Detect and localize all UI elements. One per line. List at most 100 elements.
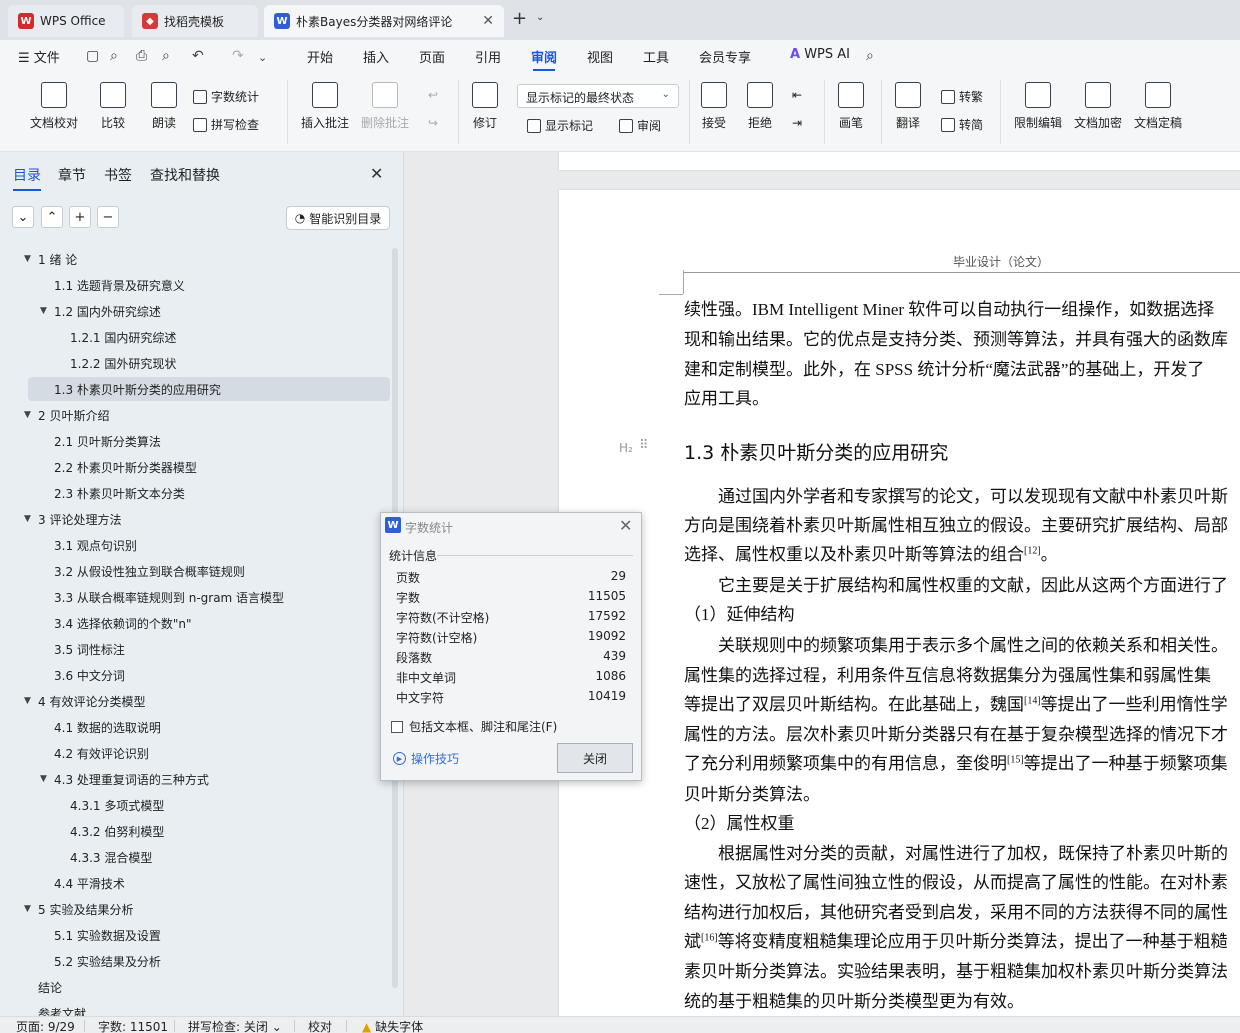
expand-arrow-icon[interactable]: ▼ <box>24 514 38 524</box>
dialog-titlebar[interactable]: W 字数统计 ✕ <box>381 513 641 539</box>
toc-item[interactable]: 5.2 实验结果及分析 <box>40 949 161 973</box>
add-heading-button[interactable]: + <box>69 206 91 228</box>
expand-arrow-icon[interactable]: ▼ <box>24 410 38 420</box>
menu-insert[interactable]: 插入 <box>363 47 389 66</box>
toc-item[interactable]: 1.3 朴素贝叶斯分类的应用研究 <box>28 377 390 401</box>
chevron-down-icon[interactable]: ⌄ <box>536 12 544 23</box>
collapse-up-button[interactable]: ⌃ <box>41 206 63 228</box>
next-comment-icon[interactable]: ↪ <box>428 116 438 130</box>
menu-view[interactable]: 视图 <box>587 47 613 66</box>
reject-button[interactable]: 拒绝 <box>747 82 773 131</box>
expand-arrow-icon[interactable]: ▼ <box>24 254 38 264</box>
tab-sections[interactable]: 章节 <box>58 165 86 185</box>
quick-access-dropdown-icon[interactable]: ⌄ <box>258 51 267 64</box>
remove-heading-button[interactable]: − <box>97 206 119 228</box>
toc-item[interactable]: 结论 <box>24 975 62 999</box>
tab-template[interactable]: ◆ 找稻壳模板 <box>132 5 258 37</box>
page-indicator[interactable]: 页面: 9/29 <box>16 1018 75 1033</box>
missing-font-indicator[interactable]: ▲ 缺失字体 <box>362 1018 423 1033</box>
tab-toc[interactable]: 目录 <box>13 165 41 191</box>
prev-comment-icon[interactable]: ↩ <box>428 88 438 102</box>
tab-document[interactable]: W 朴素Bayes分类器对网络评论 ✕ <box>264 5 504 37</box>
toc-item[interactable]: ▼ 2 贝叶斯介绍 <box>24 403 109 427</box>
toc-item[interactable]: ▼ 4 有效评论分类模型 <box>24 689 145 713</box>
to-traditional-button[interactable]: 转繁 <box>941 88 983 105</box>
print-icon[interactable]: ⎙ <box>136 48 147 64</box>
citation[interactable]: [14] <box>1024 695 1041 706</box>
citation[interactable]: [15] <box>1007 754 1024 765</box>
revise-button[interactable]: 修订 <box>472 82 498 131</box>
word-count-indicator[interactable]: 字数: 11501 <box>98 1018 168 1033</box>
proofread-indicator[interactable]: 校对 <box>308 1018 332 1033</box>
undo-icon[interactable]: ↶ <box>192 48 204 64</box>
menu-membership[interactable]: 会员专享 <box>699 47 751 66</box>
toc-item[interactable]: 4.3.1 多项式模型 <box>56 793 164 817</box>
menu-file[interactable]: ☰ 文件 <box>18 47 60 66</box>
menu-page[interactable]: 页面 <box>419 47 445 66</box>
accept-button[interactable]: 接受 <box>701 82 727 131</box>
pen-button[interactable]: 画笔 <box>838 82 864 131</box>
spell-check-button[interactable]: 拼写检查 <box>193 116 259 133</box>
tab-wps-office[interactable]: W WPS Office <box>8 5 124 37</box>
to-simplified-button[interactable]: 转简 <box>941 116 983 133</box>
spell-check-indicator[interactable]: 拼写检查: 关闭 ⌄ <box>188 1018 282 1033</box>
finalize-button[interactable]: 文档定稿 <box>1134 82 1182 131</box>
new-tab-icon[interactable]: + <box>512 8 527 29</box>
citation[interactable]: [16] <box>701 932 718 943</box>
toc-item[interactable]: 4.3.3 混合模型 <box>56 845 152 869</box>
toc-item[interactable]: 4.1 数据的选取说明 <box>40 715 161 739</box>
toc-item[interactable]: 3.3 从联合概率链规则到 n-gram 语言模型 <box>40 585 284 609</box>
toc-item[interactable]: 1.2.2 国外研究现状 <box>56 351 176 375</box>
toc-item[interactable]: ▼ 1.2 国内外研究综述 <box>40 299 161 323</box>
close-button[interactable]: 关闭 <box>557 743 633 773</box>
toc-item[interactable]: 4.3.2 伯努利模型 <box>56 819 164 843</box>
toc-item[interactable]: 3.4 选择依赖词的个数"n" <box>40 611 192 635</box>
doc-check-button[interactable]: 文档校对 <box>30 82 78 131</box>
encrypt-button[interactable]: 文档加密 <box>1074 82 1122 131</box>
close-icon[interactable]: ✕ <box>370 164 383 183</box>
toc-item[interactable]: 3.1 观点句识别 <box>40 533 137 557</box>
read-aloud-button[interactable]: 朗读 <box>151 82 177 131</box>
toc-item[interactable]: 5.1 实验数据及设置 <box>40 923 161 947</box>
toc-item[interactable]: ▼ 4.3 处理重复词语的三种方式 <box>40 767 209 791</box>
toc-item[interactable]: 4.4 平滑技术 <box>40 871 125 895</box>
expand-arrow-icon[interactable]: ▼ <box>24 696 38 706</box>
prev-change-icon[interactable]: ⇤ <box>792 88 802 102</box>
insert-comment-button[interactable]: 插入批注 <box>301 82 349 131</box>
toc-item[interactable]: 4.2 有效评论识别 <box>40 741 149 765</box>
menu-reference[interactable]: 引用 <box>475 47 501 66</box>
toc-item[interactable]: 2.2 朴素贝叶斯分类器模型 <box>40 455 197 479</box>
toc-item[interactable]: 2.3 朴素贝叶斯文本分类 <box>40 481 185 505</box>
expand-arrow-icon[interactable]: ▼ <box>24 904 38 914</box>
restrict-edit-button[interactable]: 限制编辑 <box>1014 82 1062 131</box>
toc-item[interactable]: ▼ 5 实验及结果分析 <box>24 897 133 921</box>
menu-tools[interactable]: 工具 <box>643 47 669 66</box>
expand-arrow-icon[interactable]: ▼ <box>40 306 54 316</box>
smart-toc-button[interactable]: ◔ 智能识别目录 <box>286 206 390 230</box>
citation[interactable]: [12] <box>1024 545 1041 556</box>
expand-arrow-icon[interactable]: ▼ <box>40 774 54 784</box>
toc-item[interactable]: 3.6 中文分词 <box>40 663 125 687</box>
search-icon[interactable]: ⌕ <box>866 48 874 64</box>
print-preview-icon[interactable]: ⌕ <box>162 48 170 64</box>
tips-link[interactable]: ▶ 操作技巧 <box>393 750 459 767</box>
toc-item[interactable]: 1.2.1 国内研究综述 <box>56 325 176 349</box>
checkbox-box[interactable] <box>391 720 403 733</box>
compare-button[interactable]: 比较 <box>100 82 126 131</box>
menu-home[interactable]: 开始 <box>307 47 333 66</box>
share-icon[interactable]: ⌕ <box>110 48 118 64</box>
include-textbox-checkbox[interactable]: 包括文本框、脚注和尾注(F) <box>391 718 557 735</box>
next-change-icon[interactable]: ⇥ <box>792 116 802 130</box>
wps-ai-button[interactable]: A WPS AI <box>790 47 850 62</box>
word-count-button[interactable]: 字数统计 <box>193 88 259 105</box>
translate-button[interactable]: 翻译 <box>895 82 921 131</box>
redo-icon[interactable]: ↷ <box>232 48 244 64</box>
expand-down-button[interactable]: ⌄ <box>12 206 34 228</box>
menu-review[interactable]: 审阅 <box>531 47 557 71</box>
close-icon[interactable]: ✕ <box>482 13 494 29</box>
close-icon[interactable]: ✕ <box>619 516 632 535</box>
tab-find-replace[interactable]: 查找和替换 <box>150 165 220 185</box>
tab-bookmarks[interactable]: 书签 <box>104 165 132 185</box>
toc-item[interactable]: 3.5 词性标注 <box>40 637 125 661</box>
toc-item[interactable]: ▼ 1 绪 论 <box>24 247 77 271</box>
